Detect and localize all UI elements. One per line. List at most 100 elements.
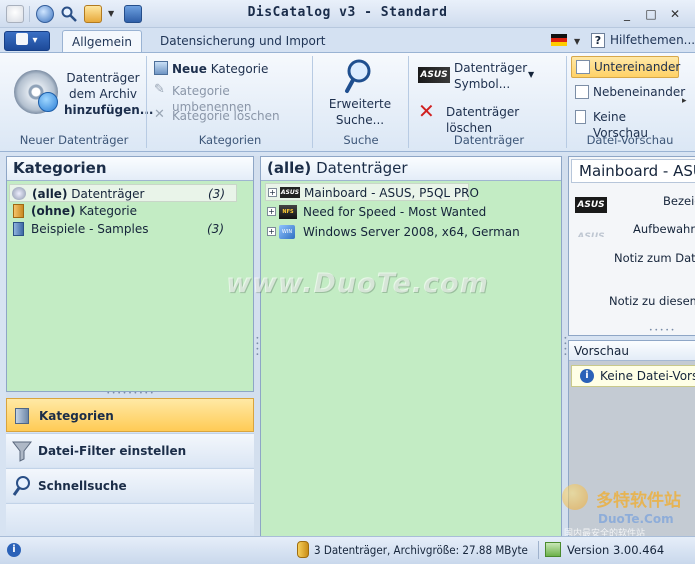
uncategorized-icon — [13, 204, 24, 218]
group-label-kategorien: Kategorien — [198, 133, 262, 147]
close-button[interactable]: ✕ — [664, 5, 686, 23]
expand-toggle[interactable]: + — [267, 207, 276, 216]
add-disk-line3: hinzufügen... — [64, 103, 154, 117]
add-disk-line2: dem Archiv — [68, 87, 138, 101]
disk-item-mainboard[interactable]: + ASUS Mainboard - ASUS, P5QL PRO — [265, 183, 479, 201]
delete-category-label: Kategorie löschen — [172, 109, 280, 123]
add-disk-large-button[interactable]: Datenträger dem Archiv hinzufügen... — [8, 58, 154, 130]
group-separator — [566, 56, 567, 148]
preview-below-option[interactable]: Untereinander — [571, 56, 681, 78]
category-item-none[interactable]: (ohne) Kategorie — [9, 202, 237, 220]
status-separator — [538, 541, 539, 559]
preview-side-option[interactable]: Nebeneinander — [571, 82, 685, 102]
asus-disk-icon: ASUS — [280, 187, 300, 198]
symbol-dropdown-icon: ▼ — [528, 70, 535, 79]
add-arrow-icon — [38, 92, 58, 112]
nav-filter-label: Datei-Filter einstellen — [38, 444, 187, 458]
status-archive-info: 3 Datenträger, Archivgröße: 27.88 MByte — [314, 543, 528, 557]
info-icon: i — [580, 369, 594, 383]
expand-toggle[interactable]: + — [267, 227, 276, 236]
app-menu-caret: ▾ — [32, 35, 38, 46]
nav-schnellsuche-label: Schnellsuche — [38, 479, 127, 493]
watermark-mascot-icon — [562, 484, 588, 510]
category-all-bold: (alle) — [32, 187, 68, 201]
watermark-site-en: DuoTe.Com — [598, 512, 674, 526]
maximize-button[interactable]: □ — [640, 5, 662, 23]
vorschau-title: Vorschau — [569, 341, 695, 361]
nfs-disk-icon: NFS — [279, 205, 297, 219]
new-category-label: Kategorie — [206, 62, 269, 76]
expand-toggle[interactable]: + — [268, 188, 277, 197]
add-disk-line1: Datenträger — [66, 71, 140, 85]
details-field-bezeichnung: Bezeic — [663, 194, 695, 208]
update-icon[interactable] — [545, 542, 561, 557]
delete-disk-button[interactable]: ✕ Datenträger löschen — [416, 99, 556, 135]
category-samples-label: Beispiele - Samples — [31, 222, 149, 236]
category-none-label: Kategorie — [79, 204, 137, 218]
disk-symbol-line2: Symbol... — [454, 77, 511, 91]
datentraeger-title: Datenträger — [311, 159, 408, 177]
datentraeger-panel: (alle) Datenträger + ASUS Mainboard - AS… — [260, 156, 562, 537]
disk-label-nfs: Need for Speed - Most Wanted — [303, 205, 487, 219]
all-disks-icon — [12, 187, 26, 200]
category-all-count: (3) — [208, 187, 225, 201]
language-dropdown-icon[interactable]: ▼ — [574, 37, 580, 46]
layout-below-icon — [576, 60, 590, 74]
group-separator — [146, 56, 147, 148]
category-item-samples[interactable]: Beispiele - Samples (3) — [9, 220, 237, 238]
nav-schnellsuche[interactable]: Schnellsuche — [6, 468, 254, 502]
disk-item-windows[interactable]: + WIN Windows Server 2008, x64, German — [265, 223, 520, 241]
category-samples-count: (3) — [207, 222, 224, 236]
datentraeger-title-bold: (alle) — [267, 159, 312, 177]
details-asus-logo-faded: ASUS — [577, 232, 605, 237]
help-icon[interactable]: ? — [591, 33, 605, 48]
rename-category-button[interactable]: ✎ Kategorie umbenennen — [154, 82, 304, 115]
details-panel: Mainboard - ASUS ASUS ASUS Bezeic Aufbew… — [568, 156, 695, 336]
app-menu-button[interactable]: ▾ — [4, 31, 50, 51]
red-x-icon: ✕ — [418, 99, 435, 123]
delete-x-icon: ✕ — [154, 107, 165, 122]
preview-below-label: Untereinander — [594, 60, 681, 74]
group-label-neuer-datentraeger: Neuer Datenträger — [19, 133, 129, 147]
details-resize-grip[interactable]: • • • • • — [649, 327, 674, 334]
magnifier-icon — [344, 58, 376, 97]
no-preview-icon — [575, 110, 586, 124]
disk-symbol-button[interactable]: ASUS Datenträger Symbol... ▼ — [416, 58, 540, 94]
group-label-datei-vorschau: Datei-Vorschau — [586, 133, 674, 147]
tab-datensicherung[interactable]: Datensicherung und Import — [150, 30, 336, 53]
delete-category-button[interactable]: ✕ Kategorie löschen — [154, 107, 304, 125]
watermark-text: www.DuoTe.com — [226, 268, 489, 299]
delete-disk-label: Datenträger löschen — [446, 105, 520, 135]
tab-allgemein[interactable]: Allgemein — [62, 30, 142, 53]
preview-side-label: Nebeneinander — [593, 85, 686, 99]
no-preview-option[interactable]: Keine Vorschau — [571, 107, 679, 140]
category-all-label: Datenträger — [71, 187, 145, 201]
disk-label-mainboard: Mainboard - ASUS, P5QL PRO — [304, 186, 479, 200]
ribbon-scroll-right-icon[interactable]: ▸ — [682, 96, 687, 106]
advanced-search-button[interactable]: Erweiterte Suche... — [322, 56, 398, 130]
kategorien-panel: Kategorien (alle) Datenträger (3) (ohne)… — [6, 156, 254, 392]
details-field-notiz-diesem: Notiz zu diesem C — [609, 294, 695, 308]
group-separator — [312, 56, 313, 148]
flag-de-icon[interactable] — [551, 34, 567, 46]
new-category-bold: Neue — [172, 62, 207, 76]
minimize-button[interactable]: _ — [616, 5, 638, 23]
status-version: Version 3.00.464 — [567, 543, 665, 557]
status-info-icon[interactable]: i — [7, 543, 21, 557]
nav-datei-filter[interactable]: Datei-Filter einstellen — [6, 433, 254, 467]
asus-logo-icon: ASUS — [418, 67, 450, 83]
vorschau-message: Keine Datei-Vorsc — [600, 369, 695, 383]
nav-kategorien-label: Kategorien — [39, 409, 114, 423]
disk-symbol-line1: Datenträger — [454, 61, 528, 75]
disk-label-windows: Windows Server 2008, x64, German — [303, 225, 520, 239]
nav-kategorien[interactable]: Kategorien — [6, 398, 254, 432]
disk-item-nfs[interactable]: + NFS Need for Speed - Most Wanted — [265, 203, 487, 221]
advanced-search-line1: Erweiterte — [328, 97, 392, 111]
category-item-all[interactable]: (alle) Datenträger (3) — [9, 184, 237, 202]
layout-side-icon — [575, 85, 589, 99]
group-separator — [408, 56, 409, 148]
group-label-datentraeger: Datenträger — [453, 133, 525, 147]
new-category-button[interactable]: Neue Kategorie — [154, 60, 304, 78]
app-menu-icon — [16, 33, 29, 45]
help-topics-link[interactable]: Hilfethemen... — [610, 33, 695, 47]
